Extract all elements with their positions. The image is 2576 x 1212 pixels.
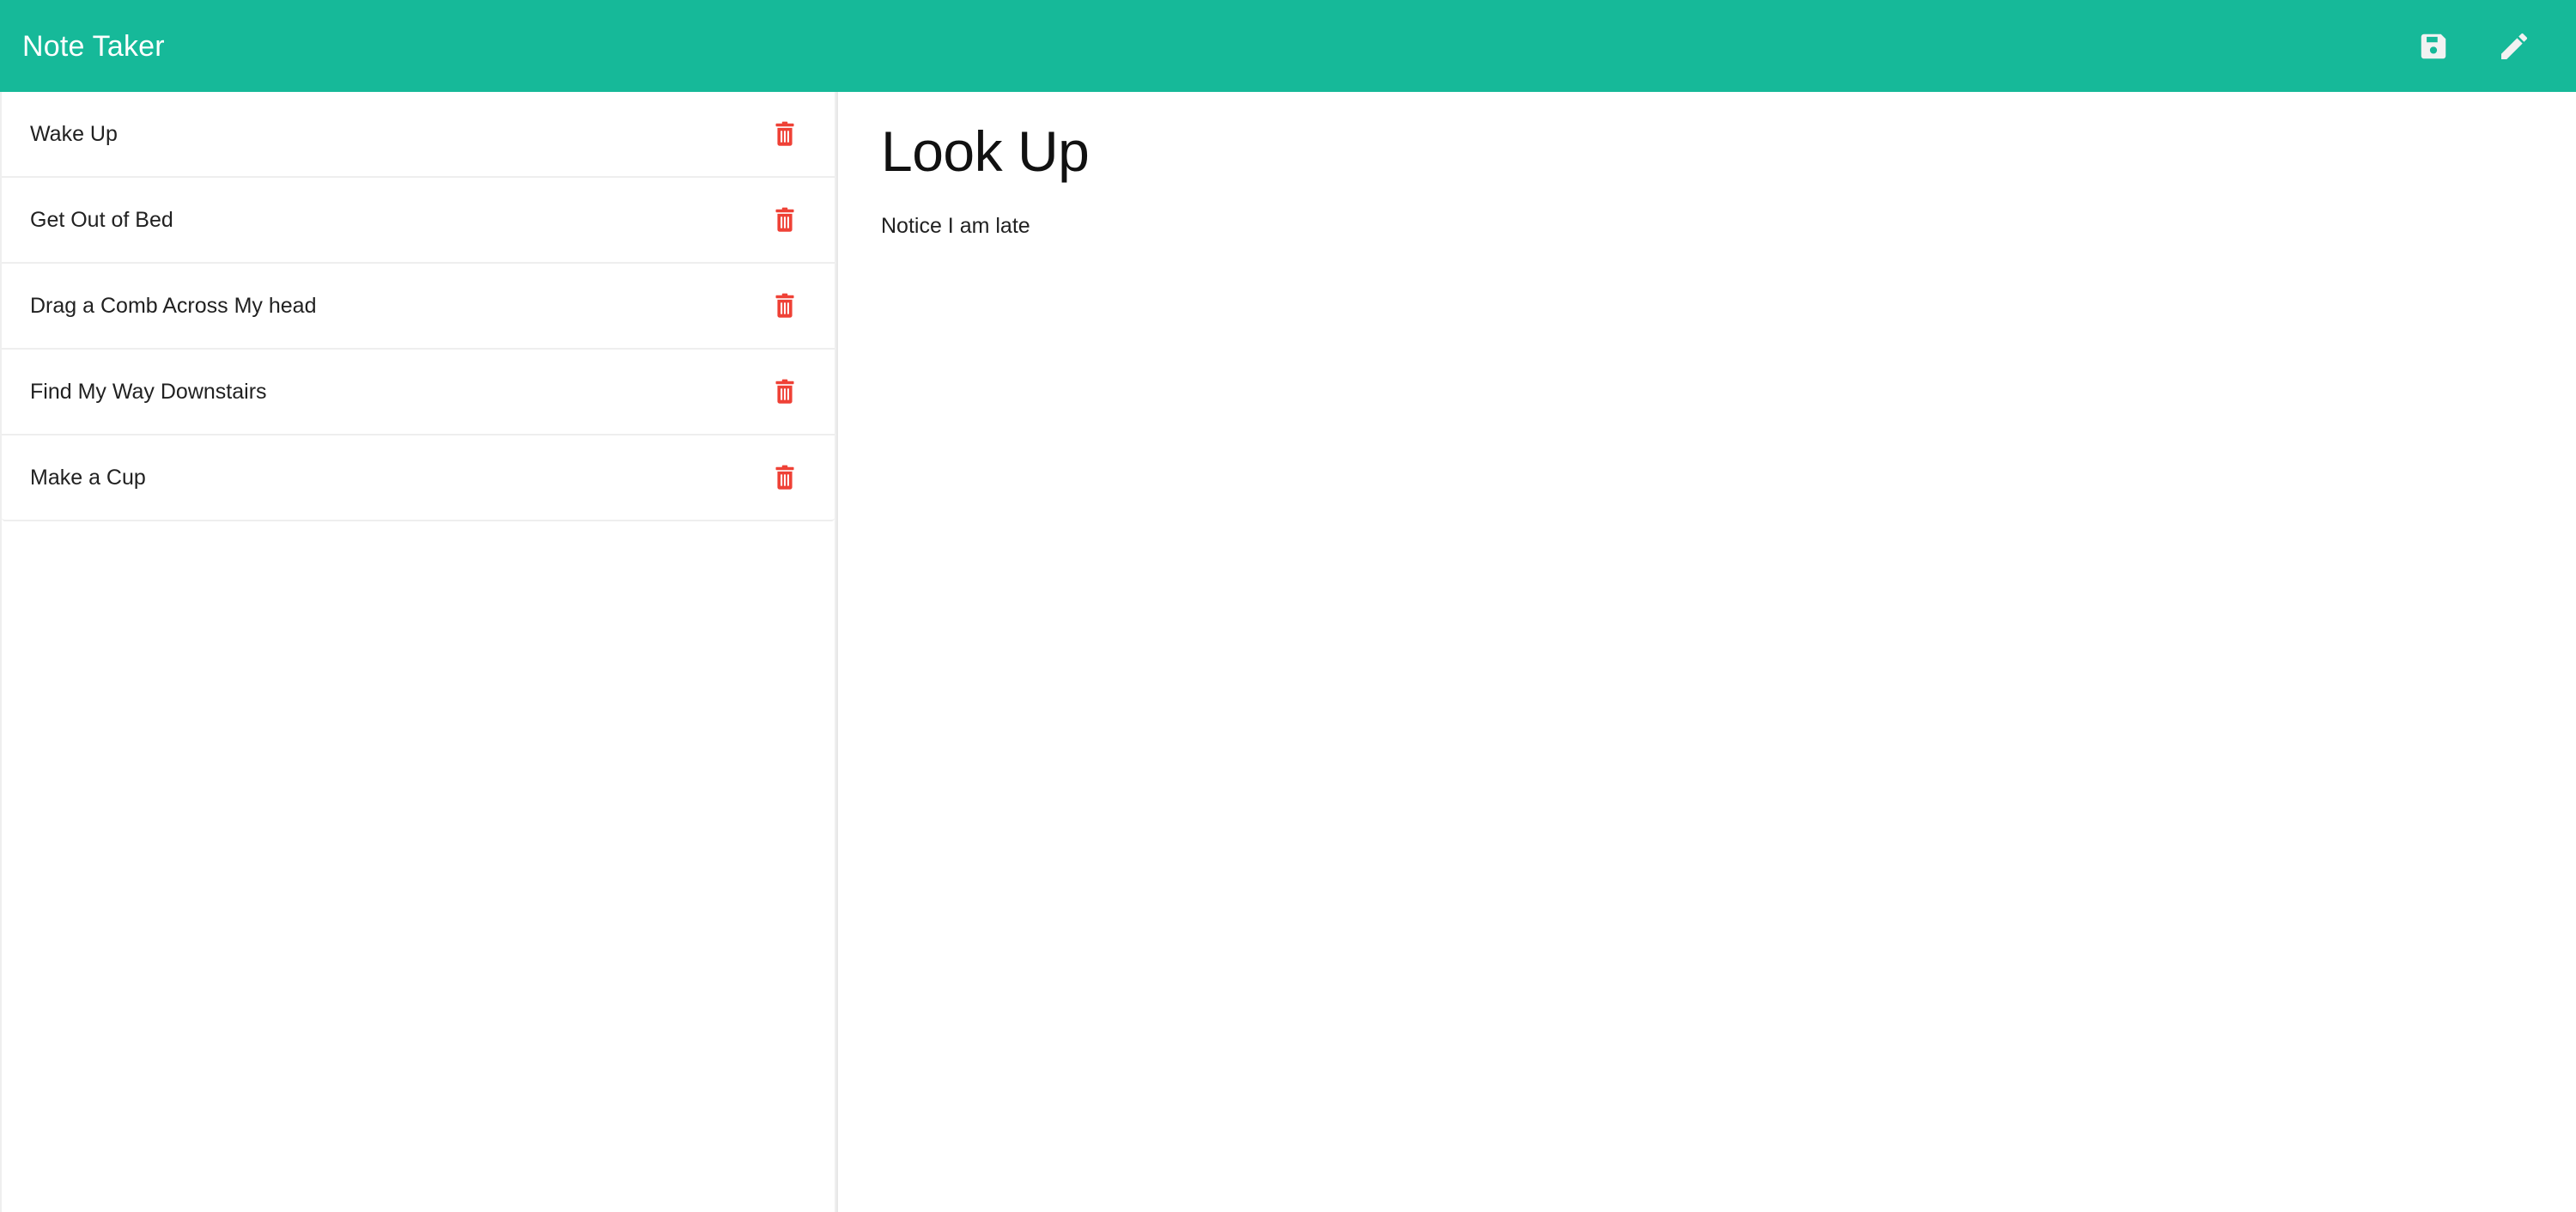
trash-icon — [774, 379, 796, 405]
app-title: Note Taker — [22, 29, 165, 63]
delete-note-button[interactable] — [765, 114, 805, 154]
trash-icon — [774, 465, 796, 490]
delete-note-button[interactable] — [765, 372, 805, 411]
note-list-item-label: Get Out of Bed — [30, 208, 173, 232]
delete-note-button[interactable] — [765, 200, 805, 240]
trash-icon — [774, 207, 796, 233]
header-actions — [2415, 27, 2533, 65]
note-list-item-label: Wake Up — [30, 122, 118, 146]
delete-note-button[interactable] — [765, 286, 805, 326]
note-list-item[interactable]: Drag a Comb Across My head — [2, 264, 835, 350]
edit-button[interactable] — [2495, 27, 2533, 65]
note-title: Look Up — [881, 119, 1090, 183]
note-list-pane: Wake Up Get Out of Bed Drag a Comb Across … — [0, 92, 838, 1212]
app-body: Wake Up Get Out of Bed Drag a Comb Across … — [0, 92, 2576, 1212]
note-list-item[interactable]: Find My Way Downstairs — [2, 350, 835, 435]
note-list-item[interactable]: Wake Up — [2, 92, 835, 178]
app-header: Note Taker — [0, 0, 2576, 92]
pencil-icon — [2497, 29, 2531, 64]
note-list-empty-area — [0, 521, 836, 1212]
note-list-item[interactable]: Get Out of Bed — [2, 178, 835, 264]
note-body: Notice I am late — [881, 213, 1030, 238]
save-icon — [2417, 30, 2450, 63]
trash-icon — [774, 293, 796, 319]
trash-icon — [774, 121, 796, 147]
note-list: Wake Up Get Out of Bed Drag a Comb Across … — [0, 92, 836, 521]
delete-note-button[interactable] — [765, 458, 805, 497]
save-button[interactable] — [2415, 27, 2452, 65]
note-list-item-label: Find My Way Downstairs — [30, 380, 267, 404]
note-list-item-label: Make a Cup — [30, 466, 146, 490]
note-list-item-label: Drag a Comb Across My head — [30, 294, 317, 318]
note-detail-pane: Look Up Notice I am late — [838, 92, 2576, 1212]
note-list-item[interactable]: Make a Cup — [2, 435, 835, 521]
note-taker-app: Note Taker Wake Up Get Out of Bed Drag a… — [0, 0, 2576, 1212]
